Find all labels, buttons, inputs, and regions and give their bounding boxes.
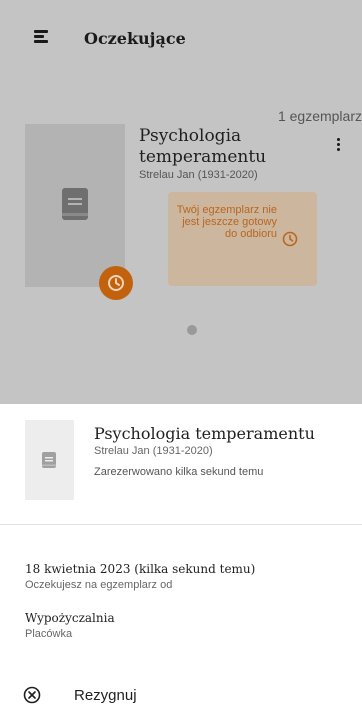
clock-icon [99, 266, 133, 300]
card-author: Strelau Jan (1931-2020) [139, 169, 258, 181]
sheet-author: Strelau Jan (1931-2020) [94, 445, 213, 457]
book-icon [42, 452, 56, 473]
cancel-circle-icon [22, 685, 42, 705]
cancel-reservation-button[interactable]: Rezygnuj [22, 679, 222, 711]
status-text: Twój egzemplarz nie jest jeszcze gotowy … [176, 204, 277, 240]
page-title: Oczekujące [84, 29, 186, 48]
wait-description: Oczekujesz na egzemplarz od [25, 579, 173, 591]
pager-dot [187, 325, 197, 335]
card-title: Psychologia temperamentu [139, 126, 267, 167]
more-vertical-icon[interactable] [337, 138, 341, 152]
status-badge: Twój egzemplarz nie jest jeszcze gotowy … [168, 192, 317, 286]
hamburger-menu-icon[interactable] [34, 30, 48, 44]
clock-icon [282, 231, 298, 252]
copies-count: 1 egzemplarz [277, 108, 362, 124]
branch-label: Placówka [25, 628, 73, 640]
reservation-details-sheet: Psychologia temperamentu Strelau Jan (19… [0, 404, 362, 726]
app-bar: Oczekujące [0, 0, 362, 78]
background-screen: Oczekujące 1 egzemplarz Psychologia temp… [0, 0, 362, 404]
branch-name: Wypożyczalnia [25, 611, 115, 625]
book-cover [25, 124, 125, 287]
cancel-label: Rezygnuj [74, 686, 137, 704]
book-icon [62, 188, 88, 225]
wait-date: 18 kwietnia 2023 (kilka sekund temu) [25, 562, 256, 576]
reserved-time: Zarezerwowano kilka sekund temu [94, 466, 264, 478]
divider [0, 524, 362, 525]
sheet-title: Psychologia temperamentu [94, 424, 315, 443]
book-cover [25, 420, 74, 500]
